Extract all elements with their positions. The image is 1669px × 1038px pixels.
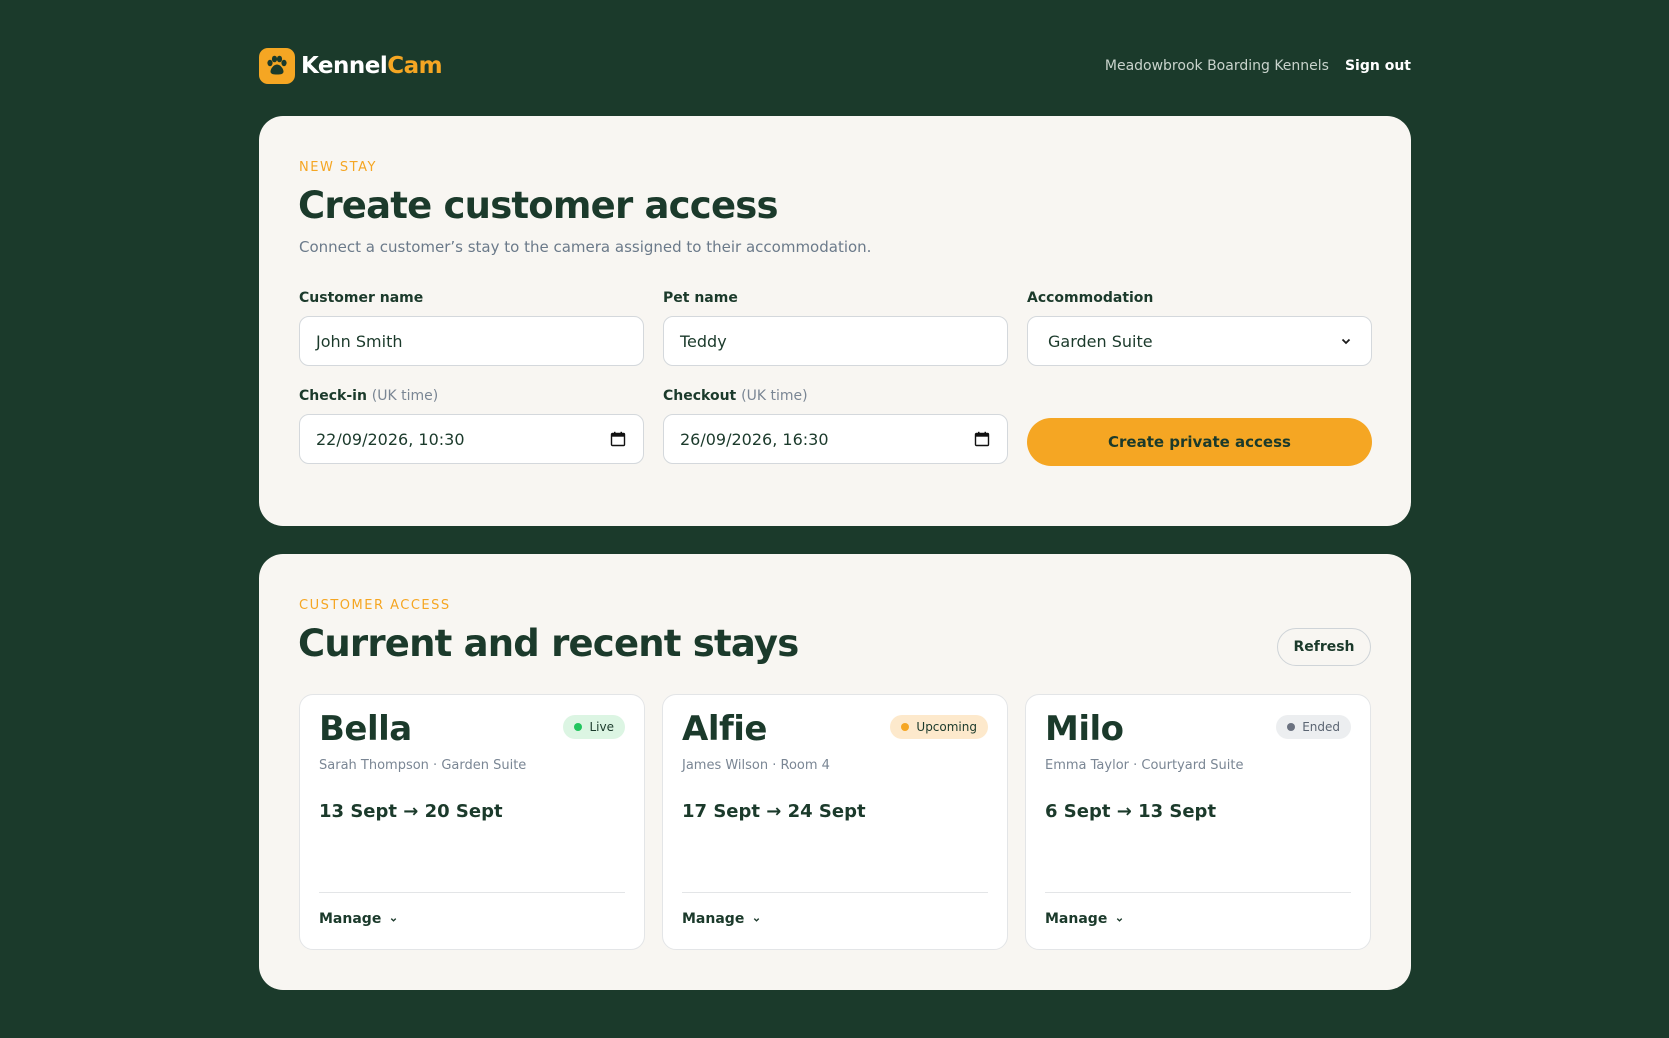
brand-name-part1: Kennel	[301, 53, 388, 79]
calendar-icon[interactable]	[609, 430, 627, 448]
brand-name-part2: Cam	[387, 53, 443, 79]
stay-card: Bella Live Sarah Thompson · Garden Suite…	[299, 694, 645, 950]
status-label: Live	[589, 720, 614, 734]
manage-label: Manage	[319, 911, 382, 927]
checkout-label: Checkout (UK time)	[663, 388, 808, 404]
stays-eyebrow: CUSTOMER ACCESS	[299, 598, 451, 613]
manage-label: Manage	[682, 911, 745, 927]
checkout-input[interactable]: 26/09/2026, 16:30	[663, 414, 1008, 464]
accommodation-select[interactable]: Garden Suite	[1027, 316, 1372, 366]
stay-dates: 17 Sept → 24 Sept	[682, 801, 866, 822]
stay-card: Alfie Upcoming James Wilson · Room 4 17 …	[662, 694, 1008, 950]
manage-label: Manage	[1045, 911, 1108, 927]
page-title: Create customer access	[298, 184, 778, 227]
status-badge: Live	[563, 715, 625, 739]
account-area: Meadowbrook Boarding Kennels Sign out	[1105, 58, 1411, 74]
checkout-note: (UK time)	[741, 388, 808, 404]
customer-name-input[interactable]: John Smith	[299, 316, 644, 366]
new-stay-subtitle: Connect a customer’s stay to the camera …	[299, 238, 872, 256]
checkout-value: 26/09/2026, 16:30	[680, 429, 829, 449]
pet-name-input[interactable]: Teddy	[663, 316, 1008, 366]
chevron-down-icon	[754, 917, 760, 922]
status-label: Ended	[1302, 720, 1340, 734]
chevron-down-icon	[1337, 332, 1355, 350]
check-in-input[interactable]: 22/09/2026, 10:30	[299, 414, 644, 464]
status-dot	[574, 723, 583, 731]
status-label: Upcoming	[916, 720, 977, 734]
stay-meta: Emma Taylor · Courtyard Suite	[1045, 758, 1244, 773]
divider	[682, 892, 988, 893]
stay-meta: James Wilson · Room 4	[682, 758, 830, 773]
create-private-access-button[interactable]: Create private access	[1027, 418, 1372, 466]
new-stay-panel: NEW STAY Create customer access Connect …	[259, 116, 1411, 526]
paw-icon	[259, 48, 295, 84]
stay-pet-name: Milo	[1045, 709, 1124, 749]
divider	[319, 892, 625, 893]
brand-logo[interactable]: KennelCam	[259, 48, 443, 84]
divider	[1045, 892, 1351, 893]
customer-name-label: Customer name	[299, 290, 424, 306]
accommodation-value: Garden Suite	[1048, 331, 1153, 351]
check-in-value: 22/09/2026, 10:30	[316, 429, 465, 449]
status-badge: Ended	[1276, 715, 1351, 739]
brand-name: KennelCam	[301, 53, 443, 79]
stay-card: Milo Ended Emma Taylor · Courtyard Suite…	[1025, 694, 1371, 950]
stay-meta: Sarah Thompson · Garden Suite	[319, 758, 527, 773]
check-in-label-text: Check-in	[299, 388, 367, 404]
customer-name-value: John Smith	[316, 331, 403, 351]
chevron-down-icon	[1117, 917, 1123, 922]
top-bar: KennelCam Meadowbrook Boarding Kennels S…	[259, 46, 1411, 86]
chevron-down-icon	[391, 917, 397, 922]
check-in-label: Check-in (UK time)	[299, 388, 438, 404]
stays-title: Current and recent stays	[298, 622, 799, 665]
checkout-label-text: Checkout	[663, 388, 737, 404]
manage-button[interactable]: Manage	[319, 911, 398, 927]
sign-out-link[interactable]: Sign out	[1345, 58, 1411, 74]
stay-pet-name: Alfie	[682, 709, 767, 749]
kennel-name: Meadowbrook Boarding Kennels	[1104, 58, 1329, 74]
new-stay-eyebrow: NEW STAY	[299, 160, 377, 175]
manage-button[interactable]: Manage	[1045, 911, 1124, 927]
refresh-button[interactable]: Refresh	[1277, 628, 1371, 666]
stays-panel: CUSTOMER ACCESS Current and recent stays…	[259, 554, 1411, 990]
manage-button[interactable]: Manage	[682, 911, 761, 927]
pet-name-label: Pet name	[663, 290, 738, 306]
accommodation-label: Accommodation	[1027, 290, 1154, 306]
status-dot	[901, 723, 910, 731]
status-badge: Upcoming	[890, 715, 988, 739]
check-in-note: (UK time)	[371, 388, 439, 404]
stay-dates: 6 Sept → 13 Sept	[1045, 801, 1217, 822]
calendar-icon[interactable]	[973, 430, 991, 448]
status-dot	[1287, 723, 1296, 731]
stay-dates: 13 Sept → 20 Sept	[319, 801, 503, 822]
pet-name-value: Teddy	[680, 331, 727, 351]
stay-pet-name: Bella	[319, 709, 412, 749]
